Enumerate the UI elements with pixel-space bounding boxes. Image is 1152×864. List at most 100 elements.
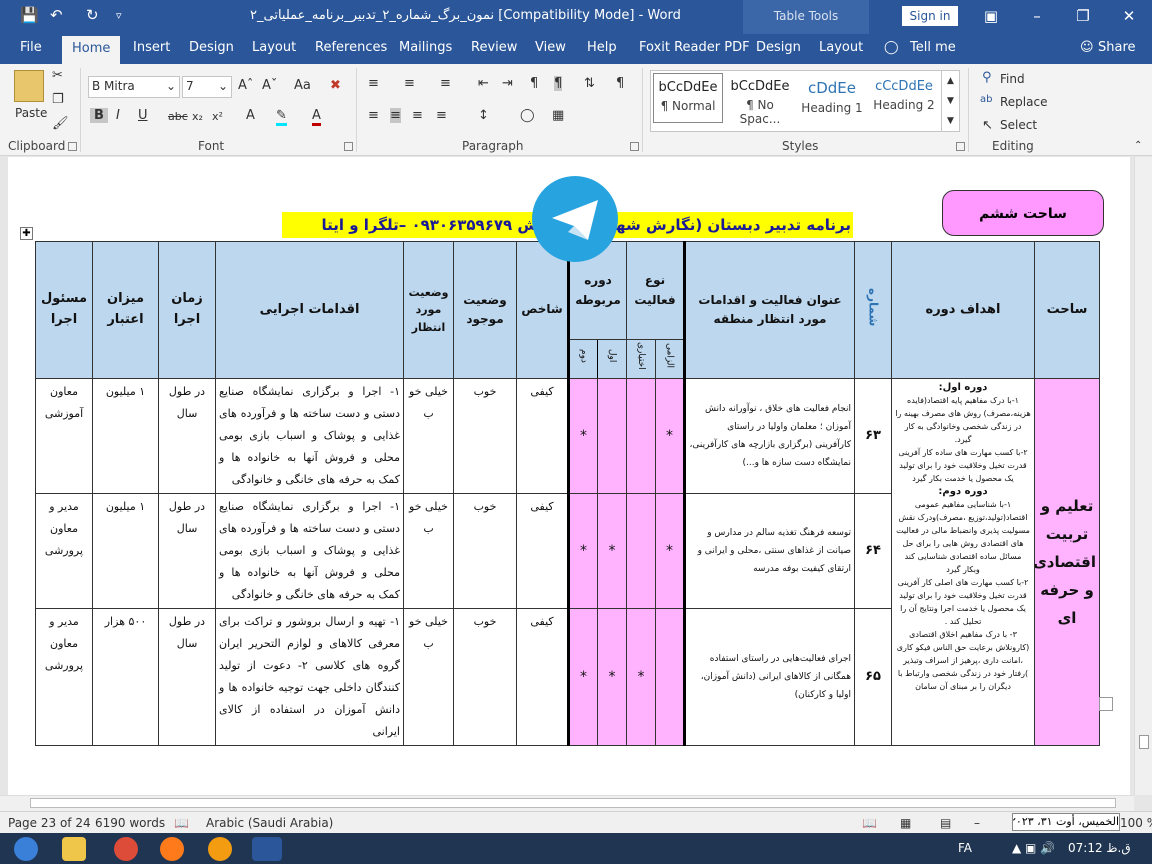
row-number[interactable]: ۶۳ — [854, 377, 893, 494]
row-current-status[interactable]: خوب — [453, 492, 517, 609]
decrease-indent-icon[interactable]: ⇤ — [478, 76, 489, 91]
start-button-icon[interactable] — [14, 837, 38, 861]
minimize-icon[interactable]: – — [1022, 4, 1052, 28]
tab-layout[interactable]: Layout — [252, 40, 296, 55]
row-responsible[interactable]: مدیر و معاون پرورشی — [35, 492, 93, 609]
find-button[interactable]: Find — [1000, 72, 1025, 86]
row-actions[interactable]: ۱- تهیه و ارسال بروشور و تراکت برای معرف… — [215, 607, 404, 746]
language-indicator[interactable]: Arabic (Saudi Arabia) — [206, 816, 333, 830]
row-time[interactable]: در طول سال — [158, 377, 216, 494]
tab-review[interactable]: Review — [471, 40, 517, 55]
copy-icon[interactable]: ❐ — [52, 92, 64, 107]
row-actions[interactable]: ۱- اجرا و برگزاری نمایشگاه صنایع دستی و … — [215, 377, 404, 494]
rtl-direction-icon[interactable]: ¶ — [554, 76, 563, 91]
row-period-second[interactable]: * — [566, 492, 599, 609]
media-app-icon[interactable] — [208, 837, 232, 861]
grow-font-icon[interactable]: Aˆ — [238, 78, 253, 93]
sahat-cell[interactable]: تعلیم و تربیت اقتصادی و حرفه ای — [1034, 377, 1101, 746]
word-taskbar-icon[interactable] — [252, 837, 282, 861]
share-icon[interactable]: ☺ — [1080, 40, 1094, 55]
shrink-font-icon[interactable]: Aˇ — [262, 78, 277, 93]
print-layout-icon[interactable]: ▦ — [900, 816, 911, 830]
font-launcher-icon[interactable] — [344, 142, 353, 151]
tab-help[interactable]: Help — [587, 40, 617, 55]
style-normal[interactable]: bCcDdEe ¶ Normal — [653, 73, 723, 123]
tab-home[interactable]: Home — [62, 36, 121, 64]
row-budget[interactable]: ۱ میلیون — [92, 377, 159, 494]
zoom-out-icon[interactable]: – — [974, 816, 980, 830]
font-color-icon[interactable]: A — [312, 108, 321, 126]
underline-icon[interactable]: U — [138, 108, 148, 123]
justify-icon[interactable]: ≡ — [436, 108, 447, 123]
row-type-required[interactable]: * — [655, 377, 687, 494]
row-period-second[interactable]: * — [566, 377, 599, 494]
clipboard-launcher-icon[interactable] — [68, 142, 77, 151]
row-current-status[interactable]: خوب — [453, 607, 517, 746]
tab-mailings[interactable]: Mailings — [399, 40, 452, 55]
web-layout-icon[interactable]: ▤ — [940, 816, 951, 830]
row-indicator[interactable]: کیفی — [516, 377, 569, 494]
undo-icon[interactable]: ↶ — [50, 6, 63, 24]
row-type-optional[interactable]: * — [626, 607, 657, 746]
superscript-icon[interactable]: x² — [212, 110, 223, 123]
align-right-icon[interactable]: ≡ — [412, 108, 423, 123]
line-spacing-icon[interactable]: ↕ — [478, 108, 489, 123]
row-number[interactable]: ۶۵ — [854, 607, 893, 746]
font-name-select[interactable]: B Mitra ⌄ — [88, 76, 180, 98]
find-icon[interactable]: ⚲ — [982, 70, 992, 85]
tab-references[interactable]: References — [315, 40, 387, 55]
numbering-icon[interactable]: ≡ — [404, 76, 415, 91]
row-time[interactable]: در طول سال — [158, 607, 216, 746]
horizontal-scrollbar[interactable] — [0, 795, 1134, 811]
align-left-icon[interactable]: ≡ — [368, 108, 379, 123]
tab-table-layout[interactable]: Layout — [819, 40, 863, 55]
save-icon[interactable]: 💾 — [20, 6, 39, 24]
font-size-select[interactable]: 7 ⌄ — [182, 76, 232, 98]
select-icon[interactable]: ↖ — [982, 118, 993, 133]
ltr-direction-icon[interactable]: ¶ — [530, 76, 538, 91]
style-heading-2[interactable]: cCcDdEe Heading 2 — [869, 73, 939, 123]
style-no-spacing[interactable]: bCcDdEe ¶ No Spac... — [725, 73, 795, 126]
row-budget[interactable]: ۱ میلیون — [92, 492, 159, 609]
row-responsible[interactable]: معاون آموزشی — [35, 377, 93, 494]
row-expected-status[interactable]: خیلی خو ب — [403, 607, 454, 746]
tab-insert[interactable]: Insert — [133, 40, 170, 55]
close-icon[interactable]: ✕ — [1114, 4, 1144, 28]
tab-view[interactable]: View — [535, 40, 566, 55]
row-period-first[interactable]: * — [597, 607, 628, 746]
row-number[interactable]: ۶۴ — [854, 492, 893, 609]
redo-icon[interactable]: ↻ — [86, 6, 99, 24]
word-count[interactable]: 6190 words — [95, 816, 165, 830]
styles-scroll[interactable]: ▲ ▼ ▼ — [941, 71, 959, 131]
replace-button[interactable]: Replace — [1000, 95, 1047, 109]
proofing-icon[interactable]: 📖 — [174, 816, 189, 830]
play-button-icon[interactable] — [532, 176, 618, 262]
multilevel-list-icon[interactable]: ≡ — [440, 76, 451, 91]
show-marks-icon[interactable]: ¶ — [616, 76, 624, 91]
row-expected-status[interactable]: خیلی خو ب — [403, 492, 454, 609]
keyboard-language[interactable]: FA — [958, 841, 972, 855]
paragraph-launcher-icon[interactable] — [630, 142, 639, 151]
borders-icon[interactable]: ▦ — [552, 108, 564, 123]
subscript-icon[interactable]: x₂ — [192, 110, 203, 123]
row-current-status[interactable]: خوب — [453, 377, 517, 494]
styles-gallery[interactable]: bCcDdEe ¶ Normal bCcDdEe ¶ No Spac... cDdE… — [650, 70, 960, 132]
ribbon-display-icon[interactable]: ▣ — [976, 4, 1006, 28]
style-heading-1[interactable]: cDdEe Heading 1 — [797, 73, 867, 123]
row-expected-status[interactable]: خیلی خو ب — [403, 377, 454, 494]
row-time[interactable]: در طول سال — [158, 492, 216, 609]
page-indicator[interactable]: Page 23 of 24 — [8, 816, 91, 830]
shading-icon[interactable]: ◯ — [520, 108, 535, 123]
zoom-level[interactable]: 100 % — [1120, 816, 1152, 830]
file-explorer-icon[interactable] — [62, 837, 86, 861]
collapse-ribbon-icon[interactable]: ⌃ — [1134, 140, 1142, 151]
plan-table[interactable]: ساحت اهداف دوره شماره عنوان فعالیت و اقد… — [35, 241, 1101, 746]
clear-formatting-icon[interactable]: ✖ — [330, 78, 341, 93]
change-case-icon[interactable]: Aa — [294, 78, 311, 93]
sign-in-button[interactable]: Sign in — [902, 6, 958, 26]
format-painter-icon[interactable]: 🖌 — [52, 116, 69, 131]
table-resize-handle[interactable] — [1099, 697, 1113, 711]
row-activity-title[interactable]: اجرای فعالیت‌هایی در راستای استفاده همگا… — [684, 607, 856, 746]
bold-icon[interactable]: B — [90, 108, 108, 123]
row-activity-title[interactable]: انجام فعالیت های خلاق ، نوآورانه دانش آم… — [684, 377, 856, 494]
